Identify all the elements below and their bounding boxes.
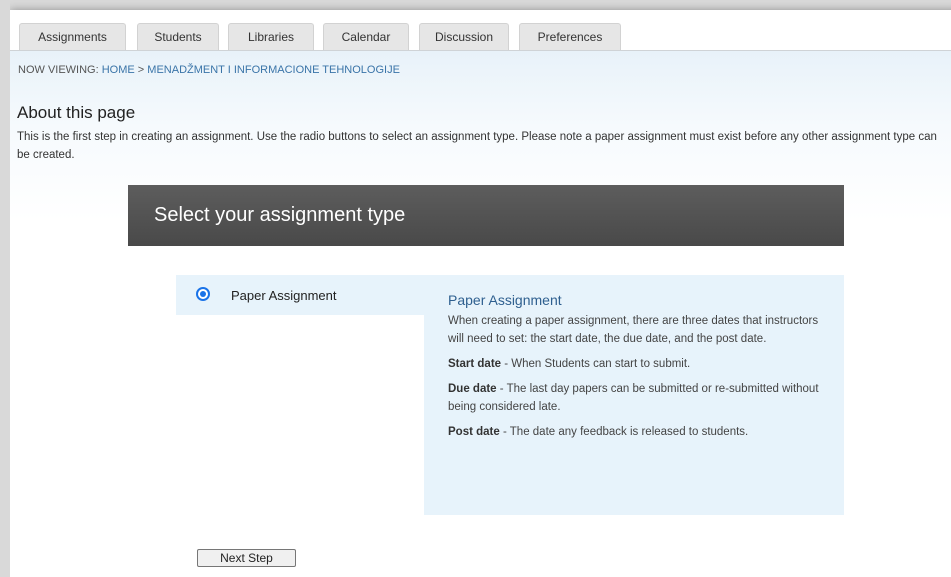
post-date-text: - The date any feedback is released to s… (499, 426, 749, 438)
window-frame-edge (0, 0, 10, 577)
description-intro: When creating a paper assignment, there … (448, 315, 819, 345)
tab-discussion[interactable]: Discussion (419, 23, 509, 50)
tab-calendar[interactable]: Calendar (323, 23, 409, 50)
tab-students[interactable]: Students (137, 23, 219, 50)
breadcrumb-separator: > (137, 64, 145, 76)
due-date-description: Due date - The last day papers can be su… (448, 380, 822, 416)
due-date-text: - The last day papers can be submitted o… (448, 383, 819, 413)
section-header: Select your assignment type (128, 185, 844, 246)
app-window: Assignments Students Libraries Calendar … (10, 10, 951, 577)
tab-bar: Assignments Students Libraries Calendar … (10, 10, 951, 51)
tab-libraries[interactable]: Libraries (228, 23, 314, 50)
paper-assignment-radio[interactable] (196, 287, 210, 301)
breadcrumb: NOW VIEWING: HOME > MENADŽMENT I INFORMA… (18, 64, 400, 76)
description-panel: Paper Assignment When creating a paper a… (424, 275, 844, 515)
breadcrumb-home-link[interactable]: HOME (102, 64, 135, 76)
assignment-type-option[interactable]: Paper Assignment (176, 275, 424, 315)
due-date-label: Due date (448, 383, 497, 395)
start-date-text: - When Students can start to submit. (501, 358, 691, 370)
start-date-label: Start date (448, 358, 502, 370)
paper-assignment-label[interactable]: Paper Assignment (231, 288, 337, 303)
breadcrumb-prefix: NOW VIEWING: (18, 64, 99, 76)
next-step-button[interactable]: Next Step (197, 549, 296, 567)
post-date-label: Post date (448, 426, 500, 438)
page-title: About this page (17, 103, 136, 122)
radio-selected-dot (200, 291, 206, 297)
section-header-label: Select your assignment type (154, 204, 406, 226)
page-description: This is the first step in creating an as… (17, 131, 937, 161)
description-title: Paper Assignment (448, 292, 562, 308)
tab-assignments[interactable]: Assignments (19, 23, 126, 50)
tab-preferences[interactable]: Preferences (519, 23, 621, 50)
start-date-description: Start date - When Students can start to … (448, 355, 822, 373)
breadcrumb-current-link[interactable]: MENADŽMENT I INFORMACIONE TEHNOLOGIJE (147, 64, 400, 76)
post-date-description: Post date - The date any feedback is rel… (448, 423, 822, 441)
